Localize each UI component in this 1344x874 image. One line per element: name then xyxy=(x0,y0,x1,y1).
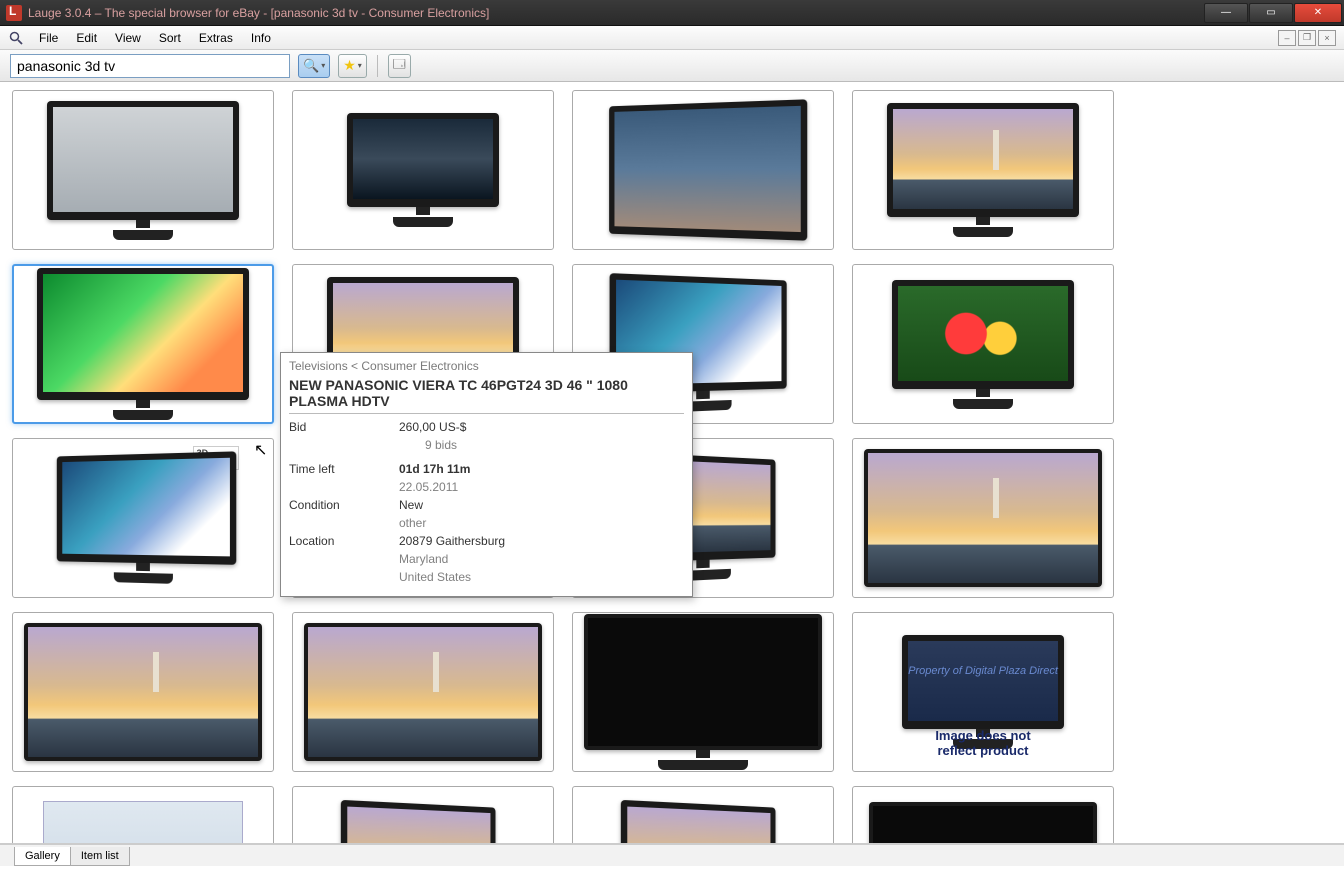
mdi-restore-button[interactable]: ❐ xyxy=(1298,30,1316,46)
location-label: Location xyxy=(289,532,353,550)
item-card[interactable] xyxy=(572,786,834,843)
item-card[interactable] xyxy=(572,90,834,250)
mdi-close-button[interactable]: × xyxy=(1318,30,1336,46)
location-value: 20879 Gaithersburg xyxy=(399,532,505,550)
window-title: Lauge 3.0.4 – The special browser for eB… xyxy=(28,6,1204,20)
time-label: Time left xyxy=(289,460,353,478)
browser-button[interactable]: 🗔 xyxy=(388,54,411,78)
menu-extras[interactable]: Extras xyxy=(190,28,242,48)
toolbar: 🔍▾ ★▾ 🗔 xyxy=(0,50,1344,82)
close-button[interactable]: ✕ xyxy=(1294,3,1342,23)
search-mode-button[interactable]: 🔍▾ xyxy=(298,54,330,78)
item-card[interactable] xyxy=(292,786,554,843)
search-input[interactable] xyxy=(10,54,290,78)
item-card[interactable] xyxy=(292,612,554,772)
chevron-down-icon: ▾ xyxy=(321,61,325,70)
item-card-noimage[interactable]: Property of Digital Plaza Direct Image d… xyxy=(852,612,1114,772)
app-icon xyxy=(6,5,22,21)
minimize-button[interactable]: — xyxy=(1204,3,1248,23)
magnifier-icon: 🔍 xyxy=(303,58,319,74)
content-area: 3DFULL HD Property of Digital Plaza Dire… xyxy=(0,82,1344,844)
item-details-popup: Televisions < Consumer Electronics NEW P… xyxy=(280,352,693,597)
globe-icon: 🗔 xyxy=(393,55,406,76)
menu-edit[interactable]: Edit xyxy=(67,28,106,48)
menu-info[interactable]: Info xyxy=(242,28,280,48)
bid-count: 9 bids xyxy=(399,436,505,454)
item-card[interactable] xyxy=(12,90,274,250)
item-card[interactable] xyxy=(572,612,834,772)
view-tabs: Gallery Item list xyxy=(0,844,1344,866)
mdi-minimize-button[interactable]: – xyxy=(1278,30,1296,46)
toolbar-separator xyxy=(377,55,378,77)
time-date: 22.05.2011 xyxy=(399,478,505,496)
watermark-text: Property of Digital Plaza Direct xyxy=(908,665,1058,677)
condition-sub: other xyxy=(399,514,505,532)
location-region: Maryland xyxy=(399,550,505,568)
item-card[interactable] xyxy=(12,612,274,772)
item-card[interactable] xyxy=(292,90,554,250)
chevron-down-icon: ▾ xyxy=(358,61,362,70)
bid-value: 260,00 US-$ xyxy=(399,418,505,436)
details-table: Bid 260,00 US-$ 9 bids Time left 01d 17h… xyxy=(289,418,505,586)
item-card[interactable] xyxy=(852,438,1114,598)
menu-view[interactable]: View xyxy=(106,28,150,48)
search-icon xyxy=(8,30,24,46)
noimage-text: Image does notreflect product xyxy=(873,728,1093,758)
bid-label: Bid xyxy=(289,418,353,436)
tab-gallery[interactable]: Gallery xyxy=(14,847,71,866)
item-card-selected[interactable] xyxy=(12,264,274,424)
tab-itemlist[interactable]: Item list xyxy=(70,847,130,866)
popup-title: NEW PANASONIC VIERA TC 46PGT24 3D 46 " 1… xyxy=(289,377,684,414)
item-card[interactable] xyxy=(12,786,274,843)
menu-file[interactable]: File xyxy=(30,28,67,48)
menu-sort[interactable]: Sort xyxy=(150,28,190,48)
item-card[interactable] xyxy=(852,786,1114,843)
item-card[interactable]: 3DFULL HD xyxy=(12,438,274,598)
favorites-button[interactable]: ★▾ xyxy=(338,54,367,78)
condition-label: Condition xyxy=(289,496,353,514)
item-card[interactable] xyxy=(852,264,1114,424)
maximize-button[interactable]: ▭ xyxy=(1249,3,1293,23)
time-value: 01d 17h 11m xyxy=(399,462,470,476)
window-titlebar: Lauge 3.0.4 – The special browser for eB… xyxy=(0,0,1344,26)
breadcrumb: Televisions < Consumer Electronics xyxy=(289,359,684,373)
item-card[interactable] xyxy=(852,90,1114,250)
condition-value: New xyxy=(399,496,505,514)
menu-bar: File Edit View Sort Extras Info – ❐ × xyxy=(0,26,1344,50)
location-country: United States xyxy=(399,568,505,586)
star-icon: ★ xyxy=(343,57,356,74)
